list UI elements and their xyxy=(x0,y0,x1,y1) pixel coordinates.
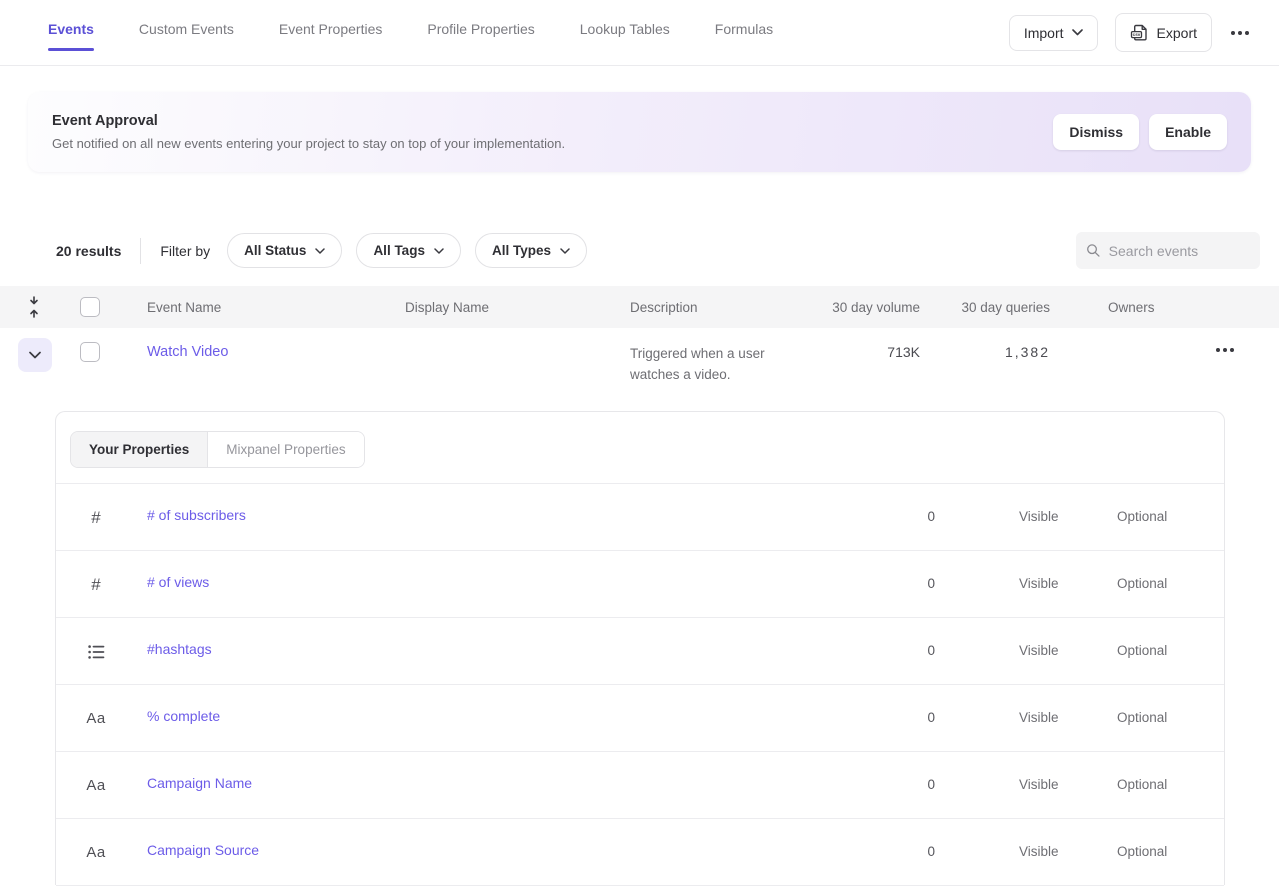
property-row: #hashtags 0 Visible Optional xyxy=(56,618,1224,685)
event-row-watch-video: Watch Video Triggered when a user watche… xyxy=(0,328,1279,411)
event-description-line2: watches a video. xyxy=(630,364,765,385)
col-30-day-volume: 30 day volume xyxy=(770,286,920,328)
property-count: 0 xyxy=(813,509,935,524)
import-button[interactable]: Import xyxy=(1009,15,1098,51)
property-name-link[interactable]: # of subscribers xyxy=(147,507,246,523)
chevron-down-icon xyxy=(1072,29,1083,36)
csv-file-icon: csv xyxy=(1130,23,1149,42)
property-name-link[interactable]: Campaign Source xyxy=(147,842,259,858)
event-description: Triggered when a user watches a video. xyxy=(630,343,765,385)
col-owners: Owners xyxy=(1108,286,1155,328)
property-count: 0 xyxy=(813,643,935,658)
property-visibility[interactable]: Visible xyxy=(1019,509,1119,524)
top-nav-bar: Events Custom Events Event Properties Pr… xyxy=(0,0,1279,66)
col-description: Description xyxy=(630,286,698,328)
tab-events-label: Events xyxy=(48,21,94,37)
property-row: Aa Campaign Source 0 Visible Optional xyxy=(56,819,1224,886)
event-description-line1: Triggered when a user xyxy=(630,343,765,364)
row-more-options-button[interactable] xyxy=(1214,342,1236,358)
property-name-link[interactable]: % complete xyxy=(147,708,220,724)
lexicon-nav-tabs: Events Custom Events Event Properties Pr… xyxy=(48,15,773,51)
property-requirement[interactable]: Optional xyxy=(1117,844,1227,859)
number-type-icon: # xyxy=(83,551,109,618)
tags-filter-dropdown[interactable]: All Tags xyxy=(356,233,461,268)
text-type-icon: Aa xyxy=(83,819,109,886)
property-requirement[interactable]: Optional xyxy=(1117,643,1227,658)
tab-custom-events[interactable]: Custom Events xyxy=(139,15,234,51)
filter-toolbar: 20 results Filter by All Status All Tags… xyxy=(0,232,1279,269)
tab-events[interactable]: Events xyxy=(48,15,94,51)
search-icon xyxy=(1086,242,1101,259)
event-approval-banner: Event Approval Get notified on all new e… xyxy=(28,92,1251,172)
filter-by-label: Filter by xyxy=(160,243,210,259)
banner-description: Get notified on all new events entering … xyxy=(52,136,565,151)
types-filter-label: All Types xyxy=(492,243,551,258)
chevron-down-icon xyxy=(434,248,444,254)
select-all-checkbox[interactable] xyxy=(80,297,100,317)
col-30-day-queries: 30 day queries xyxy=(938,286,1050,328)
property-count: 0 xyxy=(813,777,935,792)
properties-tabs: Your Properties Mixpanel Properties xyxy=(70,431,365,468)
property-row: Aa Campaign Name 0 Visible Optional xyxy=(56,752,1224,819)
chevron-down-icon xyxy=(560,248,570,254)
chevron-down-icon xyxy=(315,248,325,254)
event-name-link[interactable]: Watch Video xyxy=(147,344,228,360)
list-type-icon xyxy=(83,618,109,685)
property-requirement[interactable]: Optional xyxy=(1117,777,1227,792)
types-filter-dropdown[interactable]: All Types xyxy=(475,233,587,268)
event-volume-value: 713K xyxy=(770,344,920,360)
number-type-icon: # xyxy=(83,484,109,551)
property-name-link[interactable]: Campaign Name xyxy=(147,775,252,791)
property-visibility[interactable]: Visible xyxy=(1019,844,1119,859)
results-count: 20 results xyxy=(56,243,121,259)
text-type-icon: Aa xyxy=(83,685,109,752)
property-count: 0 xyxy=(813,710,935,725)
search-events-box xyxy=(1076,232,1260,269)
tab-event-properties[interactable]: Event Properties xyxy=(279,15,383,51)
svg-text:csv: csv xyxy=(1132,32,1140,37)
property-requirement[interactable]: Optional xyxy=(1117,710,1227,725)
tab-mixpanel-properties[interactable]: Mixpanel Properties xyxy=(208,432,363,467)
active-tab-underline xyxy=(48,48,94,51)
col-event-name: Event Name xyxy=(147,286,221,328)
property-count: 0 xyxy=(813,844,935,859)
tab-profile-properties[interactable]: Profile Properties xyxy=(427,15,534,51)
col-display-name: Display Name xyxy=(405,286,489,328)
property-row: # # of subscribers 0 Visible Optional xyxy=(56,484,1224,551)
property-visibility[interactable]: Visible xyxy=(1019,710,1119,725)
enable-button[interactable]: Enable xyxy=(1149,114,1227,150)
text-type-icon: Aa xyxy=(83,752,109,819)
export-label: Export xyxy=(1157,25,1197,41)
chevron-down-icon xyxy=(29,351,41,359)
property-visibility[interactable]: Visible xyxy=(1019,777,1119,792)
event-properties-panel: Your Properties Mixpanel Properties # # … xyxy=(55,411,1225,885)
import-label: Import xyxy=(1024,25,1064,41)
property-count: 0 xyxy=(813,576,935,591)
banner-title: Event Approval xyxy=(52,113,565,129)
event-queries-value: 1,382 xyxy=(938,344,1050,360)
status-filter-label: All Status xyxy=(244,243,306,258)
property-requirement[interactable]: Optional xyxy=(1117,509,1227,524)
dismiss-button[interactable]: Dismiss xyxy=(1053,114,1139,150)
tab-lookup-tables[interactable]: Lookup Tables xyxy=(580,15,670,51)
property-requirement[interactable]: Optional xyxy=(1117,576,1227,591)
divider xyxy=(140,238,141,264)
tab-your-properties[interactable]: Your Properties xyxy=(71,432,208,467)
property-row: Aa % complete 0 Visible Optional xyxy=(56,685,1224,752)
collapse-all-icon[interactable] xyxy=(27,286,41,328)
property-visibility[interactable]: Visible xyxy=(1019,576,1119,591)
property-name-link[interactable]: #hashtags xyxy=(147,641,212,657)
more-options-button[interactable] xyxy=(1229,25,1251,41)
status-filter-dropdown[interactable]: All Status xyxy=(227,233,342,268)
search-events-input[interactable] xyxy=(1109,243,1250,259)
row-checkbox[interactable] xyxy=(80,342,100,362)
export-button[interactable]: csv Export xyxy=(1115,13,1212,52)
tags-filter-label: All Tags xyxy=(373,243,425,258)
tab-formulas[interactable]: Formulas xyxy=(715,15,773,51)
property-name-link[interactable]: # of views xyxy=(147,574,209,590)
property-row: # # of views 0 Visible Optional xyxy=(56,551,1224,618)
events-table-header: Event Name Display Name Description 30 d… xyxy=(0,286,1279,328)
collapse-row-button[interactable] xyxy=(18,338,52,372)
property-visibility[interactable]: Visible xyxy=(1019,643,1119,658)
